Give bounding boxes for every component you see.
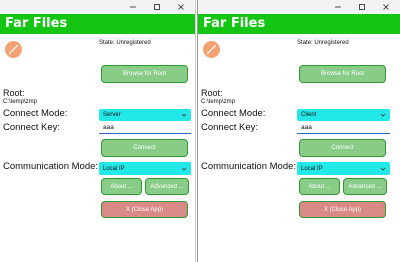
comm-mode-label: Communication Mode:	[3, 161, 99, 172]
root-label: Root:	[201, 88, 223, 98]
advanced-button[interactable]: Advanced ...	[145, 178, 189, 195]
connect-mode-value: Server	[103, 112, 121, 118]
maximize-icon[interactable]	[350, 0, 374, 14]
state-label: State: Unregistered	[297, 40, 349, 46]
comm-mode-value: Local IP	[103, 165, 125, 172]
comm-mode-value: Local IP	[301, 165, 323, 172]
about-button[interactable]: About ...	[299, 178, 340, 195]
connect-mode-select[interactable]: Server	[99, 109, 191, 121]
connect-mode-label: Connect Mode:	[201, 108, 266, 119]
window-controls	[326, 0, 398, 14]
state-label: State: Unregistered	[99, 40, 151, 46]
close-app-button[interactable]: X (Close App)	[101, 201, 188, 218]
connect-key-value: aaa	[103, 124, 114, 131]
window-controls	[121, 0, 193, 14]
connect-mode-value: Client	[301, 112, 317, 118]
connect-mode-select[interactable]: Client	[297, 109, 390, 121]
connect-key-label: Connect Key:	[3, 122, 61, 133]
app-window-left: Far Files State: Unregistered Browse for…	[0, 0, 196, 262]
minimize-icon[interactable]	[326, 0, 350, 14]
comm-mode-select[interactable]: Local IP	[297, 162, 390, 175]
connect-key-label: Connect Key:	[201, 122, 259, 133]
comm-mode-label: Communication Mode:	[201, 161, 297, 172]
root-path: C:\temp\zmp	[201, 99, 236, 105]
app-title: Far Files	[0, 14, 195, 34]
comm-mode-select[interactable]: Local IP	[99, 162, 191, 175]
app-logo-icon	[5, 41, 22, 58]
close-icon[interactable]	[374, 0, 398, 14]
chevron-down-icon	[380, 167, 386, 171]
connect-button[interactable]: Connect	[101, 139, 188, 157]
minimize-icon[interactable]	[121, 0, 145, 14]
chevron-down-icon	[380, 113, 386, 117]
connect-key-input[interactable]: aaa	[297, 122, 390, 134]
connect-button[interactable]: Connect	[299, 139, 386, 157]
root-path: C:\temp\zmp	[3, 99, 38, 105]
connect-key-value: aaa	[301, 124, 312, 131]
advanced-button[interactable]: Advanced ...	[343, 178, 387, 195]
browse-root-button[interactable]: Browse for Root	[101, 65, 188, 83]
window-titlebar[interactable]	[0, 0, 195, 14]
close-icon[interactable]	[169, 0, 193, 14]
chevron-down-icon	[181, 167, 187, 171]
about-button[interactable]: About ...	[101, 178, 142, 195]
app-title: Far Files	[198, 14, 400, 34]
close-app-button[interactable]: X (Close App)	[299, 201, 386, 218]
app-logo-icon	[203, 41, 220, 58]
browse-root-button[interactable]: Browse for Root	[299, 65, 386, 83]
app-window-right: Far Files State: Unregistered Browse for…	[197, 0, 400, 262]
root-label: Root:	[3, 88, 25, 98]
connect-key-input[interactable]: aaa	[99, 122, 191, 134]
connect-mode-label: Connect Mode:	[3, 108, 68, 119]
chevron-down-icon	[181, 113, 187, 117]
window-titlebar[interactable]	[198, 0, 400, 14]
maximize-icon[interactable]	[145, 0, 169, 14]
